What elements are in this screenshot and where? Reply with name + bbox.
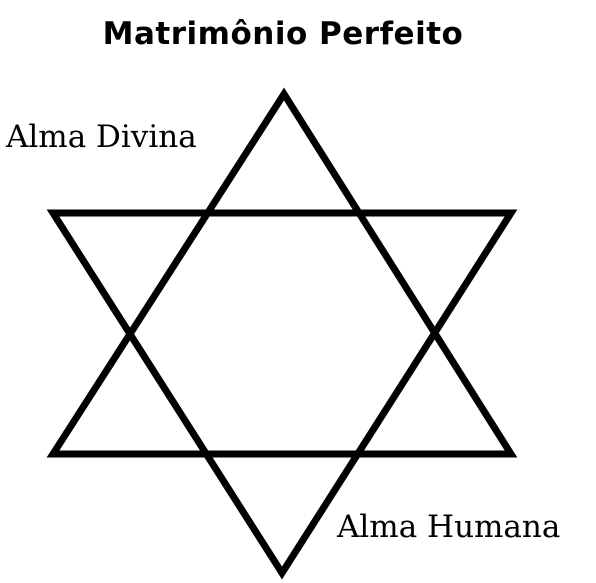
label-alma-humana: Alma Humana [337, 509, 561, 545]
star-of-david-shape [46, 87, 518, 580]
hexagram-diagram: Matrimônio Perfeito Alma Divina Alma Hum… [0, 0, 596, 583]
label-alma-divina: Alma Divina [6, 119, 197, 155]
